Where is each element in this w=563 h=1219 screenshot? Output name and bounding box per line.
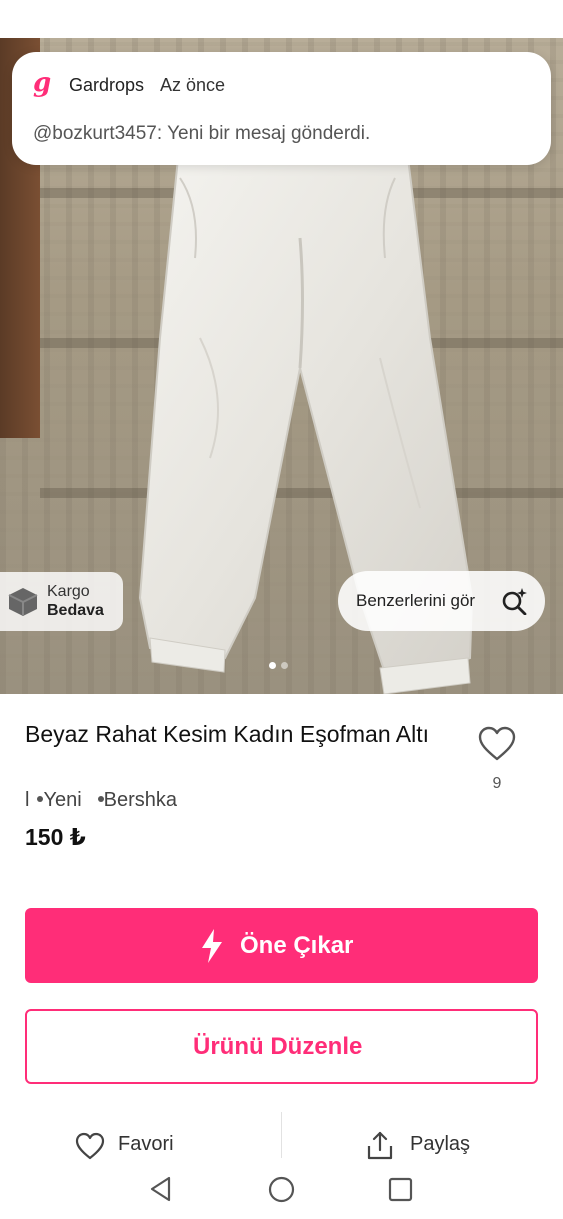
- promote-button-label: Öne Çıkar: [240, 932, 354, 959]
- shipping-label: Kargo: [47, 583, 90, 600]
- product-condition: Yeni: [43, 789, 82, 811]
- notification-app-name: Gardrops: [69, 75, 145, 95]
- favorite-action-label[interactable]: Favori: [118, 1133, 174, 1156]
- product-attributes: l Yeni Bershka: [25, 789, 177, 812]
- back-icon[interactable]: [147, 1175, 175, 1203]
- product-size: l: [25, 789, 30, 811]
- edit-product-button-label: Ürünü Düzenle: [193, 1033, 363, 1060]
- share-icon[interactable]: [366, 1130, 394, 1160]
- action-divider: [281, 1112, 282, 1158]
- see-similar-label: Benzerlerini gör: [356, 591, 476, 610]
- product-price: 150 ₺: [25, 824, 86, 850]
- search-sparkle-icon: [502, 588, 527, 615]
- carousel-dot-active: [269, 662, 276, 669]
- shipping-value: Bedava: [47, 602, 104, 619]
- share-action-label[interactable]: Paylaş: [410, 1133, 470, 1156]
- recents-icon[interactable]: [388, 1177, 413, 1202]
- product-detail-screen: g Gardrops Az önce @bozkurt3457: Yeni bi…: [0, 0, 563, 1219]
- favorite-heart-icon[interactable]: [75, 1132, 105, 1160]
- favorite-count: 9: [492, 775, 502, 792]
- product-title: Beyaz Rahat Kesim Kadın Eşofman Altı: [25, 721, 429, 747]
- lightning-icon: [202, 929, 222, 963]
- home-icon[interactable]: [268, 1176, 295, 1203]
- gardrops-logo-icon: g: [33, 68, 52, 98]
- push-notification[interactable]: [12, 52, 551, 165]
- carousel-dot: [281, 662, 288, 669]
- product-brand[interactable]: Bershka: [104, 789, 177, 811]
- box-icon: [8, 588, 38, 616]
- heart-icon[interactable]: [478, 726, 516, 762]
- status-bar: [0, 0, 563, 38]
- notification-message: @bozkurt3457: Yeni bir mesaj gönderdi.: [33, 123, 371, 144]
- notification-time: Az önce: [160, 75, 226, 95]
